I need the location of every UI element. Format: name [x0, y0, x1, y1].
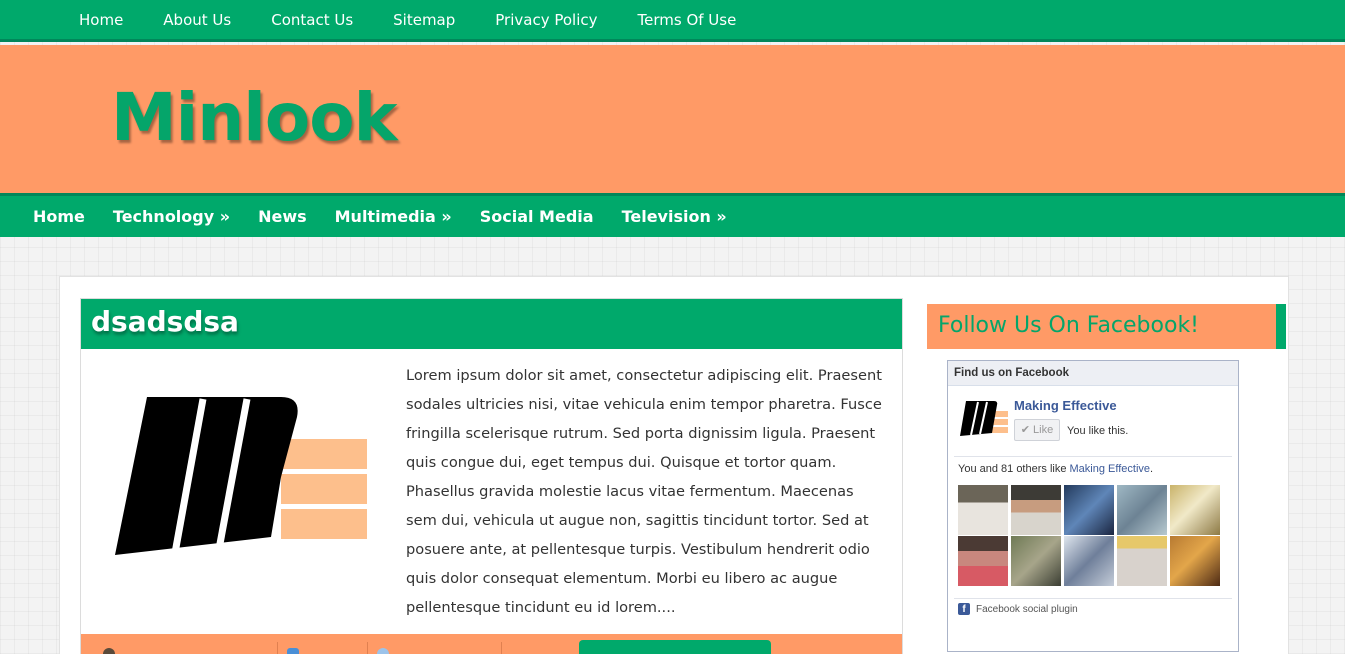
main-nav-technology[interactable]: Technology »: [99, 196, 244, 237]
main-nav-news[interactable]: News: [244, 196, 321, 237]
fan-avatar[interactable]: [1117, 536, 1167, 586]
post-excerpt: Lorem ipsum dolor sit amet, consectetur …: [406, 367, 882, 616]
post-thumbnail[interactable]: [111, 397, 371, 562]
site-header: Minlook: [0, 45, 1345, 193]
fb-page-logo[interactable]: [958, 399, 1008, 437]
comment-icon: [377, 648, 389, 654]
post-meta-bar: [81, 634, 902, 654]
facebook-icon: f: [958, 603, 970, 615]
top-nav-menu: Home About Us Contact Us Sitemap Privacy…: [59, 0, 756, 40]
meta-divider: [277, 642, 278, 654]
fb-like-label: Like: [1033, 424, 1054, 436]
check-icon: ✔: [1020, 424, 1030, 436]
fan-avatar[interactable]: [1064, 536, 1114, 586]
fb-divider: [954, 598, 1232, 599]
top-nav-about-us[interactable]: About Us: [143, 0, 251, 40]
fan-avatar[interactable]: [1064, 485, 1114, 535]
post-title[interactable]: dsadsdsa: [91, 305, 239, 338]
top-nav-sitemap[interactable]: Sitemap: [373, 0, 475, 40]
top-nav: Home About Us Contact Us Sitemap Privacy…: [0, 0, 1345, 42]
fb-like-button[interactable]: ✔ Like: [1014, 419, 1060, 441]
fb-social-plugin[interactable]: f Facebook social plugin: [958, 603, 1078, 615]
sidebar-widget-title: Follow Us On Facebook!: [938, 313, 1200, 338]
continue-reading-button[interactable]: [579, 640, 771, 654]
fan-avatar[interactable]: [958, 536, 1008, 586]
main-nav: Home Technology » News Multimedia » Soci…: [0, 193, 1345, 237]
post-title-bar: dsadsdsa: [81, 299, 902, 349]
post-card: dsadsdsa Lorem ipsum dolor sit amet, con…: [80, 298, 903, 654]
main-nav-home[interactable]: Home: [19, 196, 99, 237]
top-nav-contact-us[interactable]: Contact Us: [251, 0, 373, 40]
author-icon: [103, 648, 115, 654]
fb-divider: [954, 456, 1232, 457]
fan-avatar[interactable]: [1011, 485, 1061, 535]
fb-plugin-label: Facebook social plugin: [976, 603, 1078, 615]
site-logo[interactable]: Minlook: [111, 79, 397, 156]
fan-avatar[interactable]: [1170, 485, 1220, 535]
main-nav-multimedia[interactable]: Multimedia »: [321, 196, 466, 237]
fb-page-name[interactable]: Making Effective: [1014, 398, 1117, 413]
main-nav-menu: Home Technology » News Multimedia » Soci…: [19, 196, 741, 237]
fb-box-header: Find us on Facebook: [948, 361, 1238, 386]
fb-count-prefix: You and 81 others like: [958, 463, 1067, 475]
meta-divider: [501, 642, 502, 654]
top-nav-home[interactable]: Home: [59, 0, 143, 40]
fan-avatar[interactable]: [1117, 485, 1167, 535]
main-nav-social-media[interactable]: Social Media: [466, 196, 608, 237]
meta-divider: [367, 642, 368, 654]
calendar-icon: [287, 648, 299, 654]
fb-count-suffix: .: [1150, 463, 1154, 475]
fb-fan-faces: [958, 485, 1224, 586]
top-nav-terms-of-use[interactable]: Terms Of Use: [618, 0, 757, 40]
fan-avatar[interactable]: [1011, 536, 1061, 586]
fb-count-page-link[interactable]: Making Effective: [1070, 463, 1151, 475]
fan-avatar[interactable]: [958, 485, 1008, 535]
top-nav-privacy-policy[interactable]: Privacy Policy: [475, 0, 617, 40]
facebook-like-box: Find us on Facebook Making Effective ✔ L…: [947, 360, 1239, 652]
fan-avatar[interactable]: [1170, 536, 1220, 586]
fb-fan-count: You and 81 others like Making Effective.: [958, 463, 1153, 475]
fb-you-like-text: You like this.: [1067, 425, 1129, 437]
sidebar-widget-header: Follow Us On Facebook!: [927, 304, 1286, 349]
main-nav-television[interactable]: Television »: [608, 196, 741, 237]
